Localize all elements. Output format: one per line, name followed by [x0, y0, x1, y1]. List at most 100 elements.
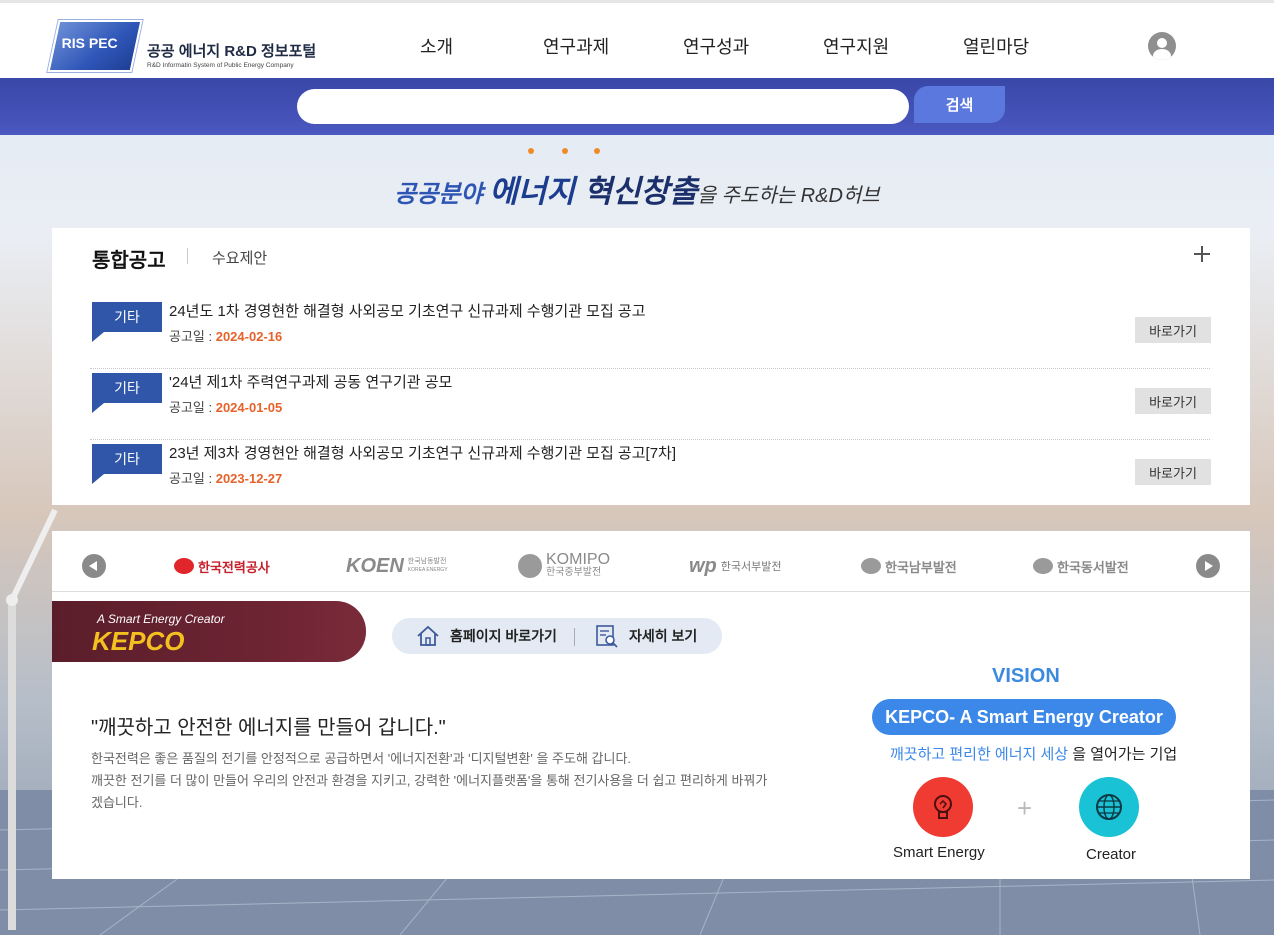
- notice-date-label: 공고일 :: [169, 329, 216, 344]
- document-search-icon: [596, 625, 618, 648]
- logo-wp[interactable]: wp 한국서부발전: [689, 553, 782, 579]
- search-bar: 검색: [0, 78, 1274, 135]
- category-label: 기타: [92, 302, 162, 332]
- smart-energy-circle: [913, 777, 973, 837]
- go-button[interactable]: 바로가기: [1135, 459, 1211, 485]
- company-description: 한국전력은 좋은 품질의 전기를 안정적으로 공급하면서 '에너지전환'과 '디…: [91, 748, 771, 814]
- company-description-line-2: 깨끗한 전기를 더 많이 만들어 우리의 안전과 환경을 지키고, 강력한 '에…: [91, 773, 768, 810]
- nav-item-projects[interactable]: 연구과제: [543, 33, 609, 59]
- logo-ewp[interactable]: 한국동서발전: [1033, 553, 1129, 579]
- smart-energy-label: Smart Energy: [893, 844, 985, 861]
- detail-button[interactable]: 자세히 보기: [595, 618, 697, 654]
- category-label: 기타: [92, 373, 162, 403]
- vision-highlight: 깨끗하고 편리한 에너지 세상: [890, 746, 1069, 763]
- logo-koen[interactable]: KOEN 한국남동발전 KOREA ENERGY: [346, 553, 448, 579]
- tab-demand-proposal[interactable]: 수요제안: [212, 247, 267, 268]
- notice-date-value: 2024-01-05: [215, 400, 283, 415]
- vision-statement: KEPCO- A Smart Energy Creator: [872, 699, 1176, 735]
- vision-title: VISION: [992, 665, 1060, 687]
- slogan-part-3: 혁신창출: [583, 174, 698, 209]
- notice-date: 공고일 : 2024-01-05: [169, 397, 282, 416]
- company-action-bar: 홈페이지 바로가기 자세히 보기: [392, 618, 722, 654]
- nav-item-community[interactable]: 열린마당: [963, 33, 1029, 59]
- creator-label: Creator: [1086, 846, 1137, 863]
- slogan-part-2: 에너지: [489, 174, 584, 209]
- selected-company-tab: A Smart Energy Creator KEPCO: [52, 601, 366, 662]
- vision-subtitle: 깨끗하고 편리한 에너지 세상 을 열어가는 기업: [890, 743, 1177, 764]
- notice-row: 기타 24년도 1차 경영현한 해결형 사외공모 기초연구 신규과제 수행기관 …: [90, 298, 1211, 369]
- creator-circle: [1079, 777, 1139, 837]
- notice-title[interactable]: 24년도 1차 경영현한 해결형 사외공모 기초연구 신규과제 수행기관 모집 …: [169, 300, 646, 321]
- kospo-mark-icon: [861, 558, 881, 574]
- home-icon: [417, 625, 439, 646]
- search-input[interactable]: [297, 89, 909, 124]
- logo-subtitle: R&D Informatin System of Public Energy C…: [147, 62, 294, 69]
- category-badge: 기타: [90, 302, 162, 342]
- more-plus-icon[interactable]: [1192, 244, 1212, 264]
- notice-date-label: 공고일 :: [169, 471, 216, 486]
- site-logo[interactable]: RIS PEC 공공 에너지 R&D 정보포털 R&D Informatin S…: [47, 20, 323, 72]
- tab-divider: [187, 248, 188, 264]
- logo-kospo[interactable]: 한국남부발전: [861, 553, 957, 579]
- logo-koen-sub1: 한국남동발전: [407, 558, 447, 565]
- notice-row: 기타 23년 제3차 경영현안 해결형 사외공모 기초연구 신규과제 수행기관 …: [90, 440, 1211, 511]
- nav-item-results[interactable]: 연구성과: [683, 33, 749, 59]
- ewp-mark-icon: [1033, 558, 1053, 574]
- company-logo-carousel: 한국전력공사 KOEN 한국남동발전 KOREA ENERGY KOMIPO 한…: [52, 531, 1250, 592]
- logo-kospo-text: 한국남부발전: [885, 559, 957, 575]
- notice-panel: 통합공고 수요제안 기타 24년도 1차 경영현한 해결형 사외공모 기초연구 …: [52, 228, 1250, 505]
- company-description-line-1: 한국전력은 좋은 품질의 전기를 안정적으로 공급하면서 '에너지전환'과 '디…: [91, 751, 632, 766]
- go-button[interactable]: 바로가기: [1135, 317, 1211, 343]
- logo-mark-text: RIS PEC: [61, 35, 118, 51]
- nav-item-support[interactable]: 연구지원: [823, 33, 889, 59]
- komipo-mark-icon: [518, 554, 542, 578]
- category-badge: 기타: [90, 444, 162, 484]
- notice-title[interactable]: 23년 제3차 경영현안 해결형 사외공모 기초연구 신규과제 수행기관 모집 …: [169, 442, 676, 463]
- carousel-prev-icon[interactable]: [82, 554, 106, 578]
- logo-koen-sub2: KOREA ENERGY: [407, 567, 448, 573]
- site-header: RIS PEC 공공 에너지 R&D 정보포털 R&D Informatin S…: [0, 0, 1274, 78]
- lightbulb-icon: [934, 795, 952, 819]
- notice-date: 공고일 : 2024-02-16: [169, 326, 282, 345]
- action-divider: [574, 628, 575, 646]
- logo-kepco[interactable]: 한국전력공사: [174, 553, 270, 579]
- logo-mark: RIS PEC: [47, 20, 143, 72]
- slogan-part-4: 을 주도하는 R&D허브: [697, 185, 880, 207]
- hero-slogan: 공공분야 에너지 혁신창출을 주도하는 R&D허브: [0, 140, 1274, 210]
- user-icon[interactable]: [1148, 32, 1176, 60]
- go-button[interactable]: 바로가기: [1135, 388, 1211, 414]
- logo-wp-text: wp: [689, 554, 717, 577]
- plus-sign: +: [1017, 793, 1033, 823]
- notice-date-value: 2024-02-16: [215, 329, 283, 344]
- logo-wp-sub: 한국서부발전: [720, 561, 782, 573]
- notice-date-label: 공고일 :: [169, 400, 216, 415]
- slogan-text: 공공분야 에너지 혁신창출을 주도하는 R&D허브: [0, 166, 1274, 211]
- logo-komipo-sub: 한국중부발전: [546, 567, 602, 578]
- company-tagline: A Smart Energy Creator: [97, 612, 225, 626]
- notice-date: 공고일 : 2023-12-27: [169, 468, 282, 487]
- company-name: KEPCO: [92, 626, 185, 656]
- logo-kepco-text: 한국전력공사: [198, 559, 270, 575]
- search-button[interactable]: 검색: [914, 86, 1005, 123]
- logo-koen-text: KOEN: [346, 554, 404, 577]
- company-panel: 한국전력공사 KOEN 한국남동발전 KOREA ENERGY KOMIPO 한…: [52, 531, 1250, 879]
- tab-integrated-notice[interactable]: 통합공고: [92, 244, 166, 273]
- detail-label: 자세히 보기: [629, 628, 698, 644]
- logo-title: 공공 에너지 R&D 정보포털: [147, 43, 317, 60]
- company-quote: "깨끗하고 안전한 에너지를 만들어 갑니다.": [91, 717, 446, 739]
- nav-item-intro[interactable]: 소개: [420, 33, 453, 59]
- logo-ewp-text: 한국동서발전: [1057, 559, 1129, 575]
- logo-komipo-text: KOMIPO: [546, 551, 611, 568]
- vision-rest: 을 열어가는 기업: [1068, 746, 1178, 763]
- logo-komipo[interactable]: KOMIPO 한국중부발전: [518, 551, 611, 579]
- kepco-mark-icon: [174, 558, 194, 574]
- notice-row: 기타 '24년 제1차 주력연구과제 공동 연구기관 공모 공고일 : 2024…: [90, 369, 1211, 440]
- carousel-next-icon[interactable]: [1196, 554, 1220, 578]
- homepage-label: 홈페이지 바로가기: [450, 628, 557, 644]
- notice-date-value: 2023-12-27: [215, 471, 283, 486]
- slogan-part-1: 공공분야: [394, 181, 490, 208]
- category-label: 기타: [92, 444, 162, 474]
- homepage-button[interactable]: 홈페이지 바로가기: [416, 618, 557, 654]
- notice-title[interactable]: '24년 제1차 주력연구과제 공동 연구기관 공모: [169, 371, 452, 392]
- category-badge: 기타: [90, 373, 162, 413]
